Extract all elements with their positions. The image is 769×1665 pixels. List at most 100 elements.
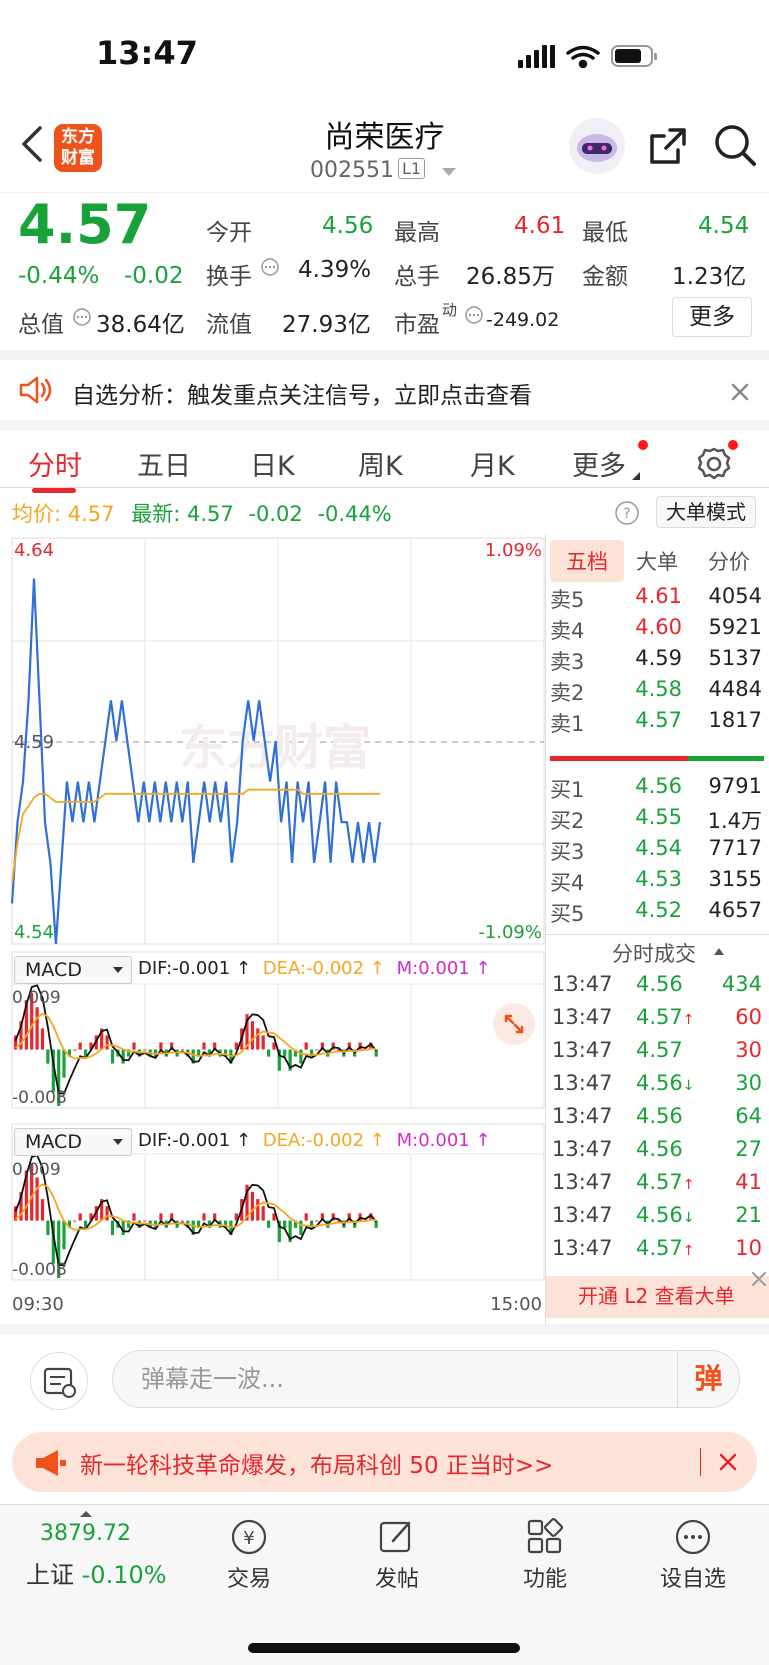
latest-change: -0.02 xyxy=(248,502,303,526)
info-icon[interactable] xyxy=(464,305,484,325)
close-icon[interactable] xyxy=(718,1452,738,1472)
macd-bar xyxy=(110,1049,115,1064)
ask-bid-ratio-bar xyxy=(688,756,764,761)
change-pct: -0.44% xyxy=(18,263,100,289)
info-icon[interactable] xyxy=(72,307,92,327)
macd-bar xyxy=(35,1177,39,1221)
corner-caret-icon xyxy=(632,472,640,480)
speaker-icon xyxy=(19,376,52,404)
macd-bar xyxy=(283,1049,287,1057)
bid-row[interactable]: 买5 4.52 4657 xyxy=(546,896,769,928)
danmaku-input[interactable]: 弹幕走一波... 弹 xyxy=(112,1350,740,1408)
trade-price: 4.56 xyxy=(636,972,683,996)
ask-row[interactable]: 卖5 4.61 4054 xyxy=(546,582,769,614)
nav-watchlist-label: 设自选 xyxy=(659,1567,726,1592)
macd-bar xyxy=(105,1035,109,1050)
analysis-banner[interactable]: 自选分析：触发重点关注信号，立即点击查看 xyxy=(0,350,769,420)
tab-five-level[interactable]: 五档 xyxy=(550,540,624,582)
indicator-select[interactable]: MACD xyxy=(14,1128,132,1156)
macd-axis-top: 0.009 xyxy=(12,1160,61,1180)
macd-bar xyxy=(132,1213,136,1221)
search-icon[interactable] xyxy=(712,122,760,170)
order-volume: 4657 xyxy=(708,898,762,922)
volume-value: 26.85万 xyxy=(466,264,555,290)
tab-five-day[interactable]: 五日 xyxy=(137,444,191,483)
m-value: M:0.001 xyxy=(396,958,470,979)
ask-row[interactable]: 卖3 4.59 5137 xyxy=(546,644,769,676)
macd-bar xyxy=(250,1191,254,1221)
order-volume: 1817 xyxy=(708,708,762,732)
volume-label: 总手 xyxy=(394,264,440,290)
order-level-label: 卖2 xyxy=(550,681,585,705)
tab-price-dist[interactable]: 分价 xyxy=(708,546,750,576)
order-price: 4.58 xyxy=(635,677,682,701)
trade-time: 13:47 xyxy=(552,1236,613,1260)
nav-post[interactable]: 发帖 xyxy=(342,1517,452,1593)
tab-big-order[interactable]: 大单 xyxy=(636,546,678,576)
trade-volume: 64 xyxy=(735,1104,762,1128)
mcap-label: 总值 xyxy=(18,312,64,338)
expand-icon[interactable] xyxy=(492,1002,536,1046)
macd-bar xyxy=(202,1213,206,1221)
nav-trade-label: 交易 xyxy=(226,1567,271,1592)
nav-functions[interactable]: 功能 xyxy=(490,1517,600,1593)
order-level-label: 卖1 xyxy=(550,712,585,736)
bid-row[interactable]: 买1 4.56 9791 xyxy=(546,772,769,804)
arrow-up-icon: ↑ xyxy=(682,1012,695,1028)
promo-banner[interactable]: 新一轮科技革命爆发，布局科创 50 正当时>> xyxy=(12,1432,757,1492)
trade-time: 13:47 xyxy=(552,1038,613,1062)
nav-watchlist[interactable]: 设自选 xyxy=(638,1517,748,1593)
index-value[interactable]: 3879.72 xyxy=(40,1521,131,1546)
danmaku-send-button[interactable]: 弹 xyxy=(677,1351,739,1407)
indicator-select[interactable]: MACD xyxy=(14,956,132,984)
close-icon[interactable] xyxy=(750,1270,768,1288)
tab-more[interactable]: 更多 xyxy=(572,444,626,483)
tab-weekly-k[interactable]: 周K xyxy=(358,444,403,483)
intraday-chart[interactable]: 东方财富 4.64 4.59 4.54 1.09% -1.09% 09:30 1… xyxy=(0,534,545,1324)
bid-row[interactable]: 买2 4.55 1.4万 xyxy=(546,803,769,835)
wifi-icon xyxy=(566,45,600,69)
share-icon[interactable] xyxy=(646,124,690,168)
big-order-mode-button[interactable]: 大单模式 xyxy=(656,496,756,528)
chevron-down-icon xyxy=(113,967,123,973)
trade-time: 13:47 xyxy=(552,1137,613,1161)
l2-upgrade-bar[interactable]: 开通 L2 查看大单 xyxy=(546,1276,769,1318)
chevron-up-icon[interactable] xyxy=(80,1511,92,1517)
float-label: 流值 xyxy=(206,312,252,338)
chevron-up-icon[interactable] xyxy=(714,948,724,955)
macd-bar xyxy=(159,1213,163,1221)
macd-bar xyxy=(304,1213,308,1221)
trades-title[interactable]: 分时成交 xyxy=(612,938,696,968)
open-label: 今开 xyxy=(206,220,252,246)
price-axis-bottom: 4.54 xyxy=(14,922,54,943)
macd-bar xyxy=(256,1199,260,1221)
trade-volume: 21 xyxy=(735,1203,762,1227)
index-row[interactable]: 上证 -0.10% xyxy=(26,1555,167,1590)
ask-row[interactable]: 卖4 4.60 5921 xyxy=(546,613,769,645)
macd-axis-bottom: -0.008 xyxy=(12,1260,67,1280)
danmaku-settings-button[interactable] xyxy=(30,1352,88,1410)
info-icon[interactable] xyxy=(260,257,280,277)
nav-trade[interactable]: ¥ 交易 xyxy=(194,1517,304,1593)
latest-pct: -0.44% xyxy=(317,502,392,526)
tab-monthly-k[interactable]: 月K xyxy=(470,444,515,483)
banner-text: 自选分析：触发重点关注信号，立即点击查看 xyxy=(72,383,532,409)
robot-assistant-icon[interactable] xyxy=(566,116,628,176)
bid-row[interactable]: 买4 4.53 3155 xyxy=(546,865,769,897)
pe-superscript: 动 xyxy=(442,301,458,319)
ask-row[interactable]: 卖1 4.57 1817 xyxy=(546,706,769,738)
more-button[interactable]: 更多 xyxy=(672,297,752,337)
tab-daily-k[interactable]: 日K xyxy=(250,444,295,483)
ask-row[interactable]: 卖2 4.58 4484 xyxy=(546,675,769,707)
bid-row[interactable]: 买3 4.54 7717 xyxy=(546,834,769,866)
trade-row: 13:47 4.57 30 xyxy=(546,1036,769,1070)
close-icon[interactable] xyxy=(730,382,750,402)
level-badge[interactable]: L1 xyxy=(398,158,426,179)
trade-row: 13:47 4.57↑ 10 xyxy=(546,1234,769,1268)
trade-volume: 27 xyxy=(735,1137,762,1161)
tab-intraday[interactable]: 分时 xyxy=(28,444,82,483)
help-icon[interactable]: ? xyxy=(614,500,640,526)
macd-bar xyxy=(256,1028,260,1050)
chevron-down-icon[interactable] xyxy=(442,168,456,176)
l2-upgrade-text: 开通 L2 查看大单 xyxy=(578,1284,735,1308)
